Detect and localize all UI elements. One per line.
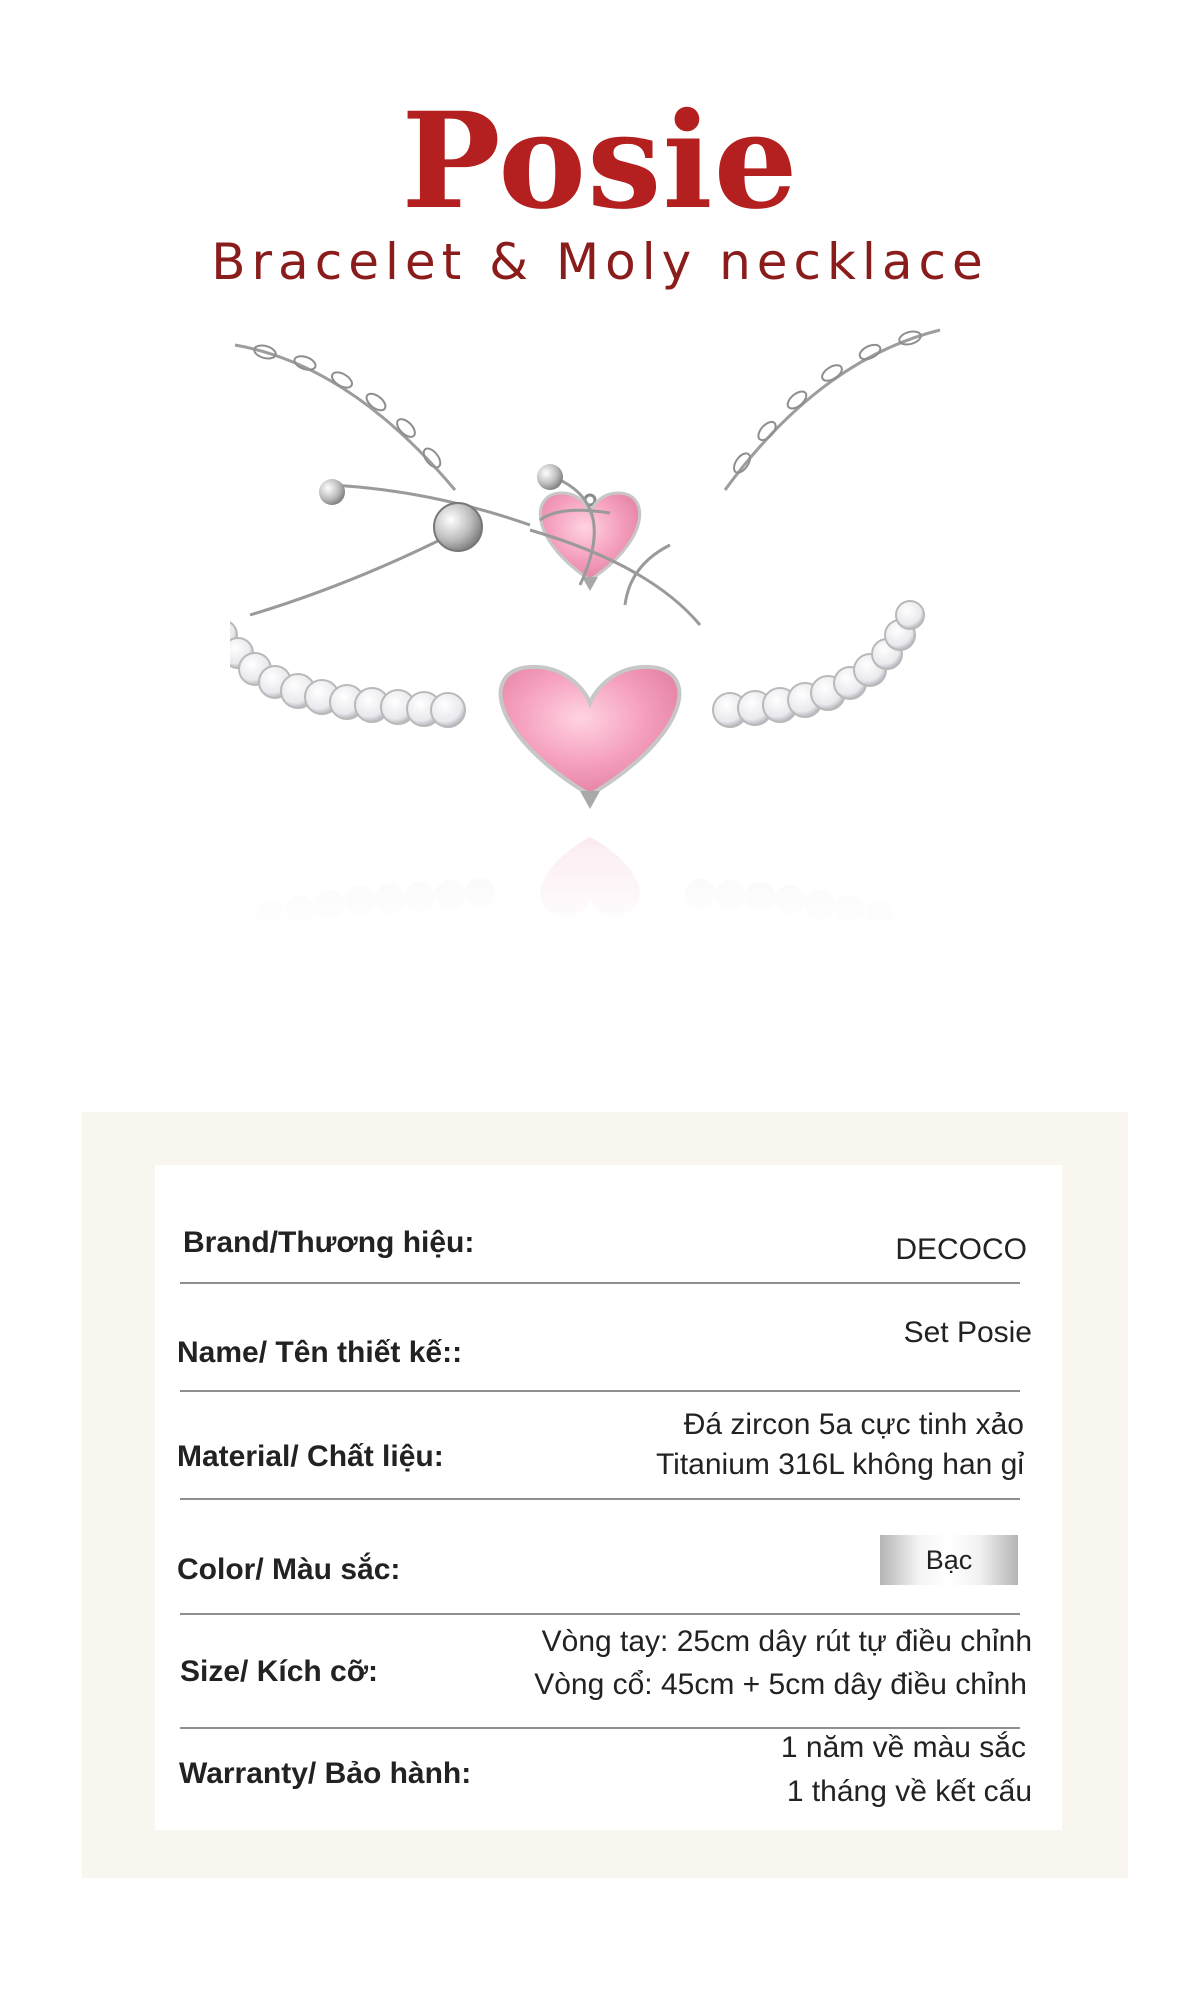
size-label: Size/ Kích cỡ: <box>180 1655 379 1688</box>
divider <box>180 1613 1020 1615</box>
specs-card: Brand/Thương hiệu: DECOCO Name/ Tên thiế… <box>155 1165 1062 1830</box>
necklace-chain <box>234 328 941 491</box>
necklace-pendant <box>538 491 642 591</box>
brand-value: DECOCO <box>895 1233 1027 1266</box>
size-value-2: Vòng cổ: 45cm + 5cm dây điều chỉnh <box>534 1668 1027 1701</box>
divider <box>180 1282 1020 1284</box>
material-label: Material/ Chất liệu: <box>177 1440 444 1473</box>
divider <box>180 1498 1020 1500</box>
size-value-1: Vòng tay: 25cm dây rút tự điều chỉnh <box>541 1625 1032 1658</box>
color-label: Color/ Màu sắc: <box>177 1553 401 1586</box>
bracelet-heart <box>498 664 682 809</box>
divider <box>180 1390 1020 1392</box>
warranty-value-1: 1 năm về màu sắc <box>780 1731 1026 1764</box>
warranty-label: Warranty/ Bảo hành: <box>179 1757 472 1790</box>
name-value: Set Posie <box>903 1316 1032 1349</box>
warranty-value-2: 1 tháng về kết cấu <box>786 1775 1032 1808</box>
material-value-2: Titanium 316L không han gỉ <box>655 1448 1024 1481</box>
color-swatch-silver: Bạc <box>880 1535 1018 1585</box>
product-image <box>230 328 950 935</box>
name-label: Name/ Tên thiết kế:: <box>177 1336 463 1369</box>
product-title: Posie <box>401 84 799 239</box>
brand-label: Brand/Thương hiệu: <box>183 1226 475 1259</box>
material-value-1: Đá zircon 5a cực tinh xảo <box>683 1408 1024 1441</box>
product-subtitle: Bracelet & Moly necklace <box>211 233 989 291</box>
